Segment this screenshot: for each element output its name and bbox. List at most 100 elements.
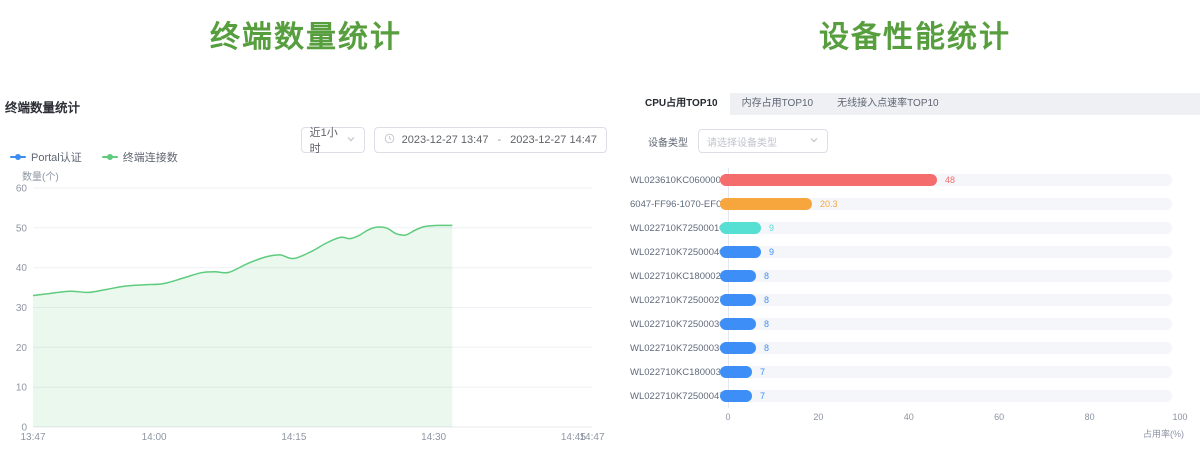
- bar-row: WL022710K725000102 9: [630, 216, 1200, 240]
- line-chart-legend: Portal认证 终端连接数: [10, 149, 178, 165]
- device-type-label: 设备类型: [648, 134, 688, 149]
- cpu-top10-bar-chart: WL023610KC06000043 48 6047-FF96-1070-EF0A 2…: [630, 168, 1200, 408]
- x-axis-tick: 0: [725, 412, 730, 422]
- terminal-stats-big-title: 终端数量统计: [0, 12, 612, 56]
- bar-fill: [720, 342, 756, 354]
- bar-fill: [720, 198, 812, 210]
- svg-text:20: 20: [16, 343, 28, 354]
- bar-track: 8: [720, 294, 1172, 306]
- bar-category-label: WL022710K725000102: [630, 223, 720, 234]
- bar-value-label: 7: [760, 367, 765, 377]
- bar-row: WL022710K725000470 7: [630, 384, 1200, 408]
- time-controls: 近1小时 2023-12-27 13:47 - 2023-12-27 14:47: [301, 127, 607, 153]
- device-type-select[interactable]: 请选择设备类型: [698, 129, 828, 153]
- x-axis-tick: 100: [1172, 412, 1187, 422]
- bar-track: 8: [720, 270, 1172, 282]
- x-axis-tick: 20: [813, 412, 823, 422]
- time-range-select[interactable]: 近1小时: [301, 127, 365, 153]
- bar-track: 8: [720, 342, 1172, 354]
- x-axis-tick: 80: [1085, 412, 1095, 422]
- svg-text:14:30: 14:30: [421, 432, 446, 443]
- device-type-filter: 设备类型 请选择设备类型: [648, 129, 828, 153]
- performance-tabs: CPU占用TOP10内存占用TOP10无线接入点速率TOP10: [633, 93, 1200, 115]
- bar-track: 7: [720, 390, 1172, 402]
- bar-value-label: 7: [760, 391, 765, 401]
- bar-value-label: 9: [769, 247, 774, 257]
- bar-fill: [720, 390, 752, 402]
- chevron-down-icon: [346, 134, 356, 147]
- bar-category-label: 6047-FF96-1070-EF0A: [630, 199, 720, 210]
- svg-text:14:15: 14:15: [281, 432, 306, 443]
- legend-label: Portal认证: [31, 149, 82, 165]
- svg-text:13:47: 13:47: [20, 432, 45, 443]
- legend-item-portal[interactable]: Portal认证: [10, 149, 82, 165]
- date-range-separator: -: [495, 134, 503, 146]
- device-performance-big-title: 设备性能统计: [630, 12, 1200, 56]
- bar-row: WL022710K725000272 8: [630, 288, 1200, 312]
- date-range-end: 2023-12-27 14:47: [510, 134, 597, 146]
- bar-value-label: 8: [764, 271, 769, 281]
- svg-text:30: 30: [16, 303, 28, 314]
- bar-row: WL022710K725000409 9: [630, 240, 1200, 264]
- bar-track: 8: [720, 318, 1172, 330]
- svg-text:14:00: 14:00: [142, 432, 167, 443]
- svg-text:14:47: 14:47: [579, 432, 604, 443]
- bar-row: WL022710K725000307 8: [630, 312, 1200, 336]
- bar-fill: [720, 174, 937, 186]
- bar-value-label: 8: [764, 295, 769, 305]
- bar-row: WL022710K725000369 8: [630, 336, 1200, 360]
- bar-row: WL023610KC06000043 48: [630, 168, 1200, 192]
- bar-category-label: WL022710K725000272: [630, 295, 720, 306]
- bar-category-label: WL022710K725000307: [630, 319, 720, 330]
- bar-fill: [720, 294, 756, 306]
- bar-track: 9: [720, 246, 1172, 258]
- tab-wireless-ap-rate-top10[interactable]: 无线接入点速率TOP10: [825, 93, 951, 115]
- bar-category-label: WL023610KC06000043: [630, 175, 720, 186]
- bar-row: WL022710KC18000280 8: [630, 264, 1200, 288]
- x-axis-tick: 40: [904, 412, 914, 422]
- bar-fill: [720, 318, 756, 330]
- bar-row: 6047-FF96-1070-EF0A 20.3: [630, 192, 1200, 216]
- bar-category-label: WL022710K725000369: [630, 343, 720, 354]
- bar-category-label: WL022710KC18000372: [630, 367, 720, 378]
- tab-cpu-top10[interactable]: CPU占用TOP10: [633, 93, 730, 115]
- svg-text:60: 60: [16, 184, 28, 195]
- legend-marker-icon: [102, 156, 118, 158]
- bar-track: 7: [720, 366, 1172, 378]
- svg-text:50: 50: [16, 223, 28, 234]
- x-axis-unit-label: 占用率(%): [1143, 427, 1184, 440]
- bar-value-label: 9: [769, 223, 774, 233]
- bar-category-label: WL022710K725000470: [630, 391, 720, 402]
- bar-fill: [720, 366, 752, 378]
- svg-text:40: 40: [16, 263, 28, 274]
- tab-memory-top10[interactable]: 内存占用TOP10: [730, 93, 826, 115]
- legend-label: 终端连接数: [123, 149, 178, 165]
- bar-fill: [720, 270, 756, 282]
- bar-track: 9: [720, 222, 1172, 234]
- clock-icon: [384, 133, 395, 147]
- bar-fill: [720, 222, 761, 234]
- svg-text:10: 10: [16, 383, 28, 394]
- terminal-line-chart: 010203040506013:4714:0014:1514:3014:4514…: [0, 180, 612, 452]
- terminal-stats-card-title: 终端数量统计: [5, 97, 80, 116]
- bar-row: WL022710KC18000372 7: [630, 360, 1200, 384]
- legend-item-terminal[interactable]: 终端连接数: [102, 149, 178, 165]
- bar-value-label: 8: [764, 319, 769, 329]
- time-range-value: 近1小时: [310, 124, 346, 156]
- date-range-picker[interactable]: 2023-12-27 13:47 - 2023-12-27 14:47: [374, 127, 607, 153]
- bar-track: 48: [720, 174, 1172, 186]
- bar-track: 20.3: [720, 198, 1172, 210]
- date-range-start: 2023-12-27 13:47: [402, 134, 489, 146]
- terminal-stats-panel: 终端数量统计 终端数量统计 近1小时 2023-12-27 13:47 - 20…: [0, 0, 612, 456]
- legend-marker-icon: [10, 156, 26, 158]
- bar-category-label: WL022710KC18000280: [630, 271, 720, 282]
- bar-value-label: 8: [764, 343, 769, 353]
- bar-chart-x-axis: 0 20 40 60 80 100: [630, 412, 1200, 424]
- device-performance-panel: 设备性能统计 CPU占用TOP10内存占用TOP10无线接入点速率TOP10 设…: [630, 0, 1200, 456]
- bar-value-label: 48: [945, 175, 955, 185]
- device-type-placeholder: 请选择设备类型: [707, 134, 777, 149]
- bar-value-label: 20.3: [820, 199, 838, 209]
- bar-category-label: WL022710K725000409: [630, 247, 720, 258]
- x-axis-tick: 60: [994, 412, 1004, 422]
- bar-fill: [720, 246, 761, 258]
